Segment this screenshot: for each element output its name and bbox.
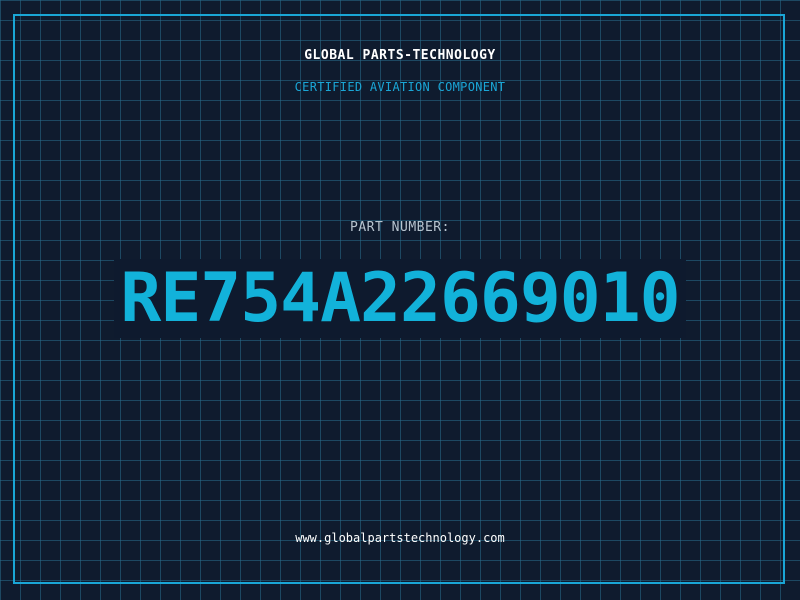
part-label-card: GLOBAL PARTS-TECHNOLOGY CERTIFIED AVIATI…: [0, 0, 800, 600]
certification-tagline: CERTIFIED AVIATION COMPONENT: [294, 80, 506, 94]
company-name: GLOBAL PARTS-TECHNOLOGY: [304, 48, 496, 63]
part-number-text: RE754A22669010: [114, 259, 686, 338]
part-number-label: PART NUMBER:: [350, 220, 450, 235]
website-url: www.globalpartstechnology.com: [295, 531, 505, 545]
part-number-value: RE754A22669010: [0, 256, 800, 342]
